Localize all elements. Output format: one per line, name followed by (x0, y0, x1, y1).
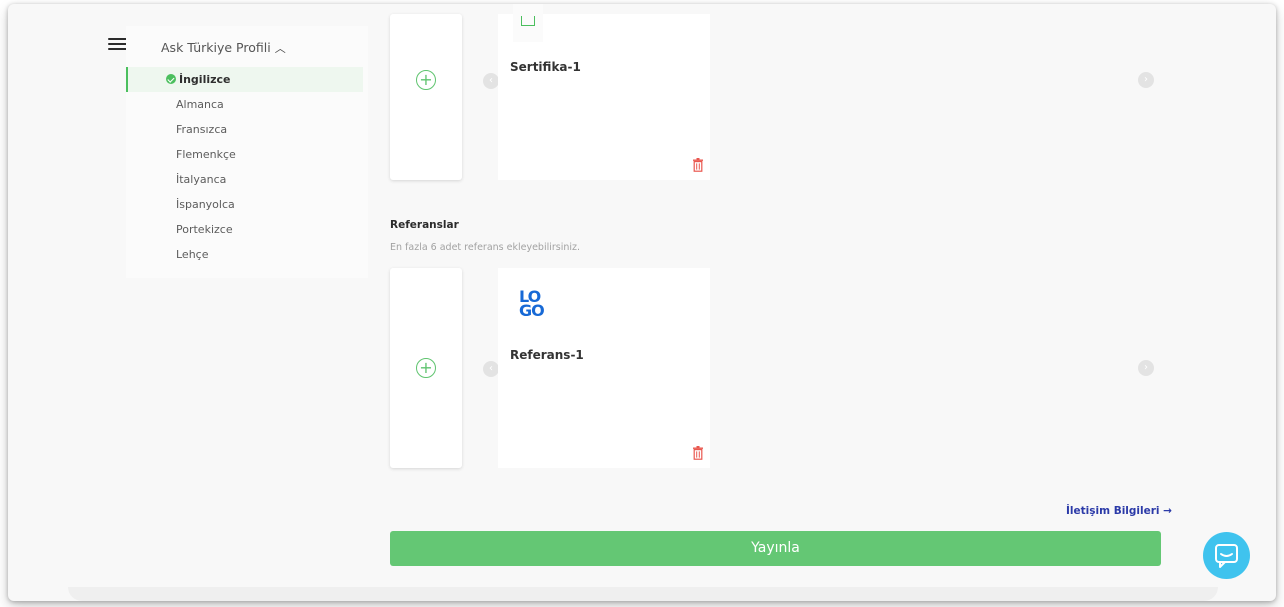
hamburger-menu-icon[interactable] (108, 38, 127, 50)
reference-logo: LO GO (519, 287, 545, 320)
certificate-next-arrow[interactable]: › (1138, 72, 1154, 88)
language-item-lehce[interactable]: Lehçe (126, 242, 363, 267)
check-circle-icon (166, 74, 176, 84)
language-list: İngilizce Almanca Fransızca Flemenkçe İt… (126, 67, 363, 267)
language-item-flemenkce[interactable]: Flemenkçe (126, 142, 363, 167)
add-reference-card[interactable]: + (390, 268, 462, 468)
language-label: Lehçe (176, 248, 209, 261)
language-label: İngilizce (179, 73, 231, 86)
language-item-almanca[interactable]: Almanca (126, 92, 363, 117)
chat-button[interactable] (1203, 532, 1250, 579)
chevron-up-icon: ︿ (274, 42, 286, 55)
certificate-title: Sertifika-1 (510, 60, 581, 74)
delete-certificate-trash-icon[interactable] (692, 158, 704, 172)
language-label: Fransızca (176, 123, 228, 136)
profile-sidebar: Ask Türkiye Profili ︿ İngilizce Almanca F… (126, 26, 368, 278)
language-label: Portekizce (176, 223, 233, 236)
references-subtitle: En fazla 6 adet referans ekleyebilirsini… (390, 242, 581, 253)
delete-reference-trash-icon[interactable] (692, 446, 704, 460)
reference-next-arrow[interactable]: › (1138, 360, 1154, 376)
plus-circle-icon: + (416, 358, 436, 378)
plus-circle-icon: + (416, 70, 436, 90)
profile-menu-toggle[interactable]: Ask Türkiye Profili ︿ (161, 40, 286, 56)
bottom-shade (68, 587, 1218, 601)
language-label: Flemenkçe (176, 148, 236, 161)
language-item-portekizce[interactable]: Portekizce (126, 217, 363, 242)
language-item-ispanyolca[interactable]: İspanyolca (126, 192, 363, 217)
reference-prev-arrow[interactable]: ‹ (483, 361, 499, 377)
reference-title: Referans-1 (510, 348, 584, 362)
profile-title: Ask Türkiye Profili (161, 40, 271, 55)
references-heading: Referanslar (390, 219, 459, 231)
language-item-ingilizce[interactable]: İngilizce (126, 67, 363, 92)
chat-bubble-icon (1215, 544, 1238, 568)
language-item-fransizca[interactable]: Fransızca (126, 117, 363, 142)
certificate-prev-arrow[interactable]: ‹ (483, 73, 499, 89)
add-certificate-card[interactable]: + (390, 14, 462, 180)
language-item-italyanca[interactable]: İtalyanca (126, 167, 363, 192)
contact-info-link[interactable]: İletişim Bilgileri → (1066, 505, 1172, 517)
language-label: Almanca (176, 98, 224, 111)
publish-button[interactable]: Yayınla (390, 531, 1161, 566)
certificate-thumbnail-icon (513, 4, 543, 42)
language-label: İspanyolca (176, 198, 235, 211)
language-label: İtalyanca (176, 173, 227, 186)
